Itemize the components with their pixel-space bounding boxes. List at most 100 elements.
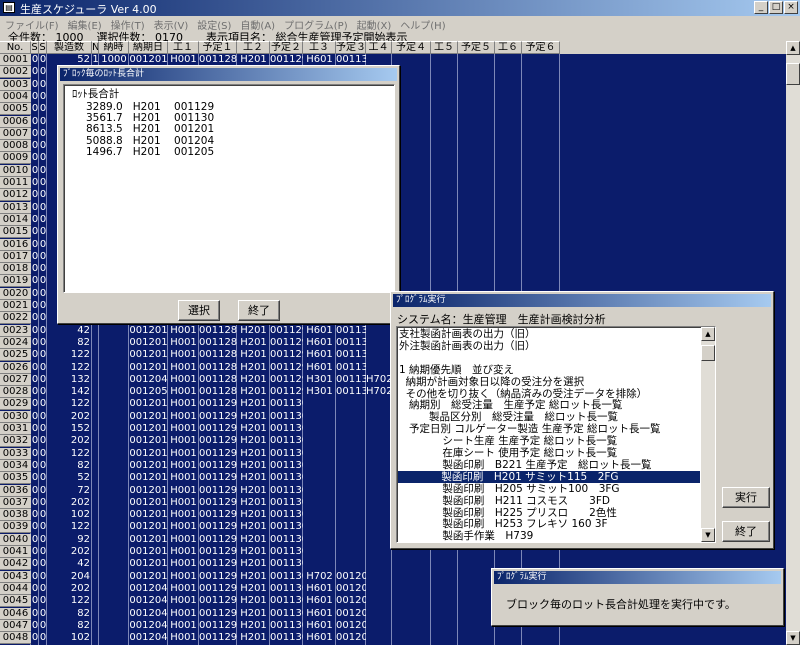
menu-item-7[interactable]: 起動(X) [352, 16, 396, 32]
row-number[interactable]: 0029 [0, 398, 31, 411]
column-header-4[interactable]: N [92, 41, 99, 54]
column-header-5[interactable]: 納時 [99, 41, 129, 54]
row-number[interactable]: 0042 [0, 558, 31, 571]
lot-list-item[interactable]: 8613.5 H201 001201 [86, 123, 214, 135]
row-number[interactable]: 0030 [0, 410, 31, 423]
program-list-item[interactable]: 製函印刷 H205 サミット100 3FG [399, 483, 619, 495]
row-number[interactable]: 0027 [0, 373, 31, 386]
program-list-item[interactable]: 製函印刷 H225 プリスロ 2色性 [399, 507, 616, 519]
program-list-item[interactable]: 製函手作業 H739 [399, 530, 533, 542]
column-header-1[interactable]: S [31, 41, 39, 54]
row-number[interactable]: 0025 [0, 349, 31, 362]
row-number[interactable]: 0017 [0, 250, 31, 263]
row-number[interactable]: 0006 [0, 115, 31, 128]
menu-item-2[interactable]: 操作(T) [106, 16, 149, 32]
grid-vertical-scrollbar[interactable]: ▲ ▼ [786, 41, 800, 645]
column-header-17[interactable]: 工６ [495, 41, 522, 54]
row-number[interactable]: 0047 [0, 619, 31, 632]
column-header-12[interactable]: 予定３ [336, 41, 366, 54]
row-number[interactable]: 0011 [0, 177, 31, 189]
menu-item-4[interactable]: 設定(S) [192, 16, 235, 32]
row-number[interactable]: 0040 [0, 533, 31, 546]
row-number[interactable]: 0021 [0, 300, 31, 312]
row-number[interactable]: 0015 [0, 226, 31, 239]
column-header-14[interactable]: 予定４ [392, 41, 431, 54]
program-list[interactable]: 支社製函計画表の出力（旧） 外注製函計画表の出力（旧） 1 納期優先順 並び変え 納… [396, 326, 716, 543]
program-list-item[interactable]: その他を切り抜く（納品済みの受注データを排除） [399, 388, 648, 400]
row-number[interactable]: 0032 [0, 435, 31, 448]
run-button[interactable]: 実行 [722, 487, 770, 508]
list-scroll-down-icon[interactable]: ▼ [701, 528, 715, 542]
table-row[interactable]: 004800102001204H001001129H201001130H6010… [0, 632, 786, 645]
row-number[interactable]: 0009 [0, 152, 31, 165]
row-number[interactable]: 0043 [0, 570, 31, 583]
row-number[interactable]: 0005 [0, 103, 31, 116]
row-number[interactable]: 0038 [0, 509, 31, 522]
column-header-8[interactable]: 予定１ [199, 41, 237, 54]
lot-list-item[interactable]: 3561.7 H201 001130 [86, 112, 214, 124]
close-button[interactable]: × [784, 1, 798, 14]
program-list-scrollbar[interactable]: ▲ ▼ [701, 327, 715, 542]
column-header-3[interactable]: 製造数 [47, 41, 92, 54]
program-list-item[interactable]: 製函印刷 H253 フレキソ 160 3F [399, 518, 607, 530]
lot-list-item[interactable]: 5088.8 H201 001204 [86, 135, 214, 147]
lot-dialog-title[interactable]: ﾌﾞﾛｯｸ毎のﾛｯﾄ長合計 [60, 68, 397, 81]
column-header-13[interactable]: 工４ [366, 41, 392, 54]
column-header-10[interactable]: 予定２ [270, 41, 303, 54]
row-number[interactable]: 0010 [0, 164, 31, 177]
row-number[interactable]: 0026 [0, 361, 31, 374]
row-number[interactable]: 0045 [0, 595, 31, 608]
column-header-16[interactable]: 予定５ [458, 41, 495, 54]
lot-list-item[interactable]: 3289.0 H201 001129 [86, 101, 214, 113]
menu-item-3[interactable]: 表示(V) [149, 16, 193, 32]
row-number[interactable]: 0024 [0, 336, 31, 349]
row-number[interactable]: 0044 [0, 582, 31, 595]
program-list-item[interactable]: 1 納期優先順 並び変え [399, 364, 514, 376]
row-number[interactable]: 0001 [0, 54, 31, 66]
lot-list[interactable]: ﾛｯﾄ長合計 3289.0 H201 001129 3561.7 H201 001… [63, 84, 395, 293]
row-number[interactable]: 0028 [0, 386, 31, 399]
program-list-item[interactable]: 予定日別 コルゲーター製造 生産予定 総ロット長一覧 [399, 423, 661, 435]
column-header-9[interactable]: 工２ [237, 41, 270, 54]
list-scroll-thumb[interactable] [701, 345, 715, 361]
program-list-item[interactable]: 製函印刷 H201 サミット115 2FG [398, 470, 700, 483]
row-number[interactable]: 0012 [0, 189, 31, 202]
row-number[interactable]: 0037 [0, 496, 31, 509]
column-header-7[interactable]: 工１ [168, 41, 199, 54]
row-number[interactable]: 0004 [0, 90, 31, 103]
row-number[interactable]: 0033 [0, 447, 31, 460]
lot-close-button[interactable]: 終了 [238, 300, 280, 321]
column-header-0[interactable]: No. [0, 41, 31, 54]
program-list-item[interactable]: 支社製函計画表の出力（旧） [399, 328, 536, 340]
program-list-item[interactable]: 納期が計画対象日以降の受注分を選択 [399, 376, 585, 388]
menu-item-1[interactable]: 編集(E) [63, 16, 106, 32]
scroll-down-icon[interactable]: ▼ [786, 631, 800, 645]
program-list-item[interactable]: 製函印刷 B221 生産予定 総ロット長一覧 [399, 459, 651, 471]
row-number[interactable]: 0003 [0, 78, 31, 91]
program-list-item[interactable]: 製函印刷 H211 コスモス 3FD [399, 495, 610, 507]
scroll-thumb[interactable] [786, 63, 800, 85]
row-number[interactable]: 0023 [0, 324, 31, 337]
row-number[interactable]: 0019 [0, 275, 31, 288]
row-number[interactable]: 0002 [0, 66, 31, 79]
row-number[interactable]: 0008 [0, 140, 31, 153]
row-number[interactable]: 0022 [0, 312, 31, 325]
row-number[interactable]: 0036 [0, 484, 31, 497]
program-dialog-title[interactable]: ﾌﾟﾛｸﾞﾗﾑ実行 [393, 294, 771, 307]
row-number[interactable]: 0018 [0, 263, 31, 276]
program-list-item[interactable]: 外注製函計画表の出力（旧） [399, 340, 536, 352]
program-list-item[interactable]: 在庫シート 使用予定 総ロット長一覧 [399, 447, 617, 459]
column-header-2[interactable]: S [39, 41, 47, 54]
row-number[interactable]: 0016 [0, 238, 31, 251]
row-number[interactable]: 0048 [0, 632, 31, 645]
column-header-6[interactable]: 納期日 [129, 41, 168, 54]
row-number[interactable]: 0007 [0, 127, 31, 140]
row-number[interactable]: 0046 [0, 607, 31, 620]
menu-item-5[interactable]: 自動(A) [235, 16, 279, 32]
program-list-item[interactable]: シート生産 生産予定 総ロット長一覧 [399, 435, 617, 447]
row-number[interactable]: 0031 [0, 423, 31, 435]
title-bar[interactable]: ▤ 生産スケジューラ Ver 4.00 _ □ × [0, 0, 800, 16]
column-header-11[interactable]: 工３ [303, 41, 336, 54]
row-number[interactable]: 0014 [0, 213, 31, 226]
select-button[interactable]: 選択 [178, 300, 220, 321]
